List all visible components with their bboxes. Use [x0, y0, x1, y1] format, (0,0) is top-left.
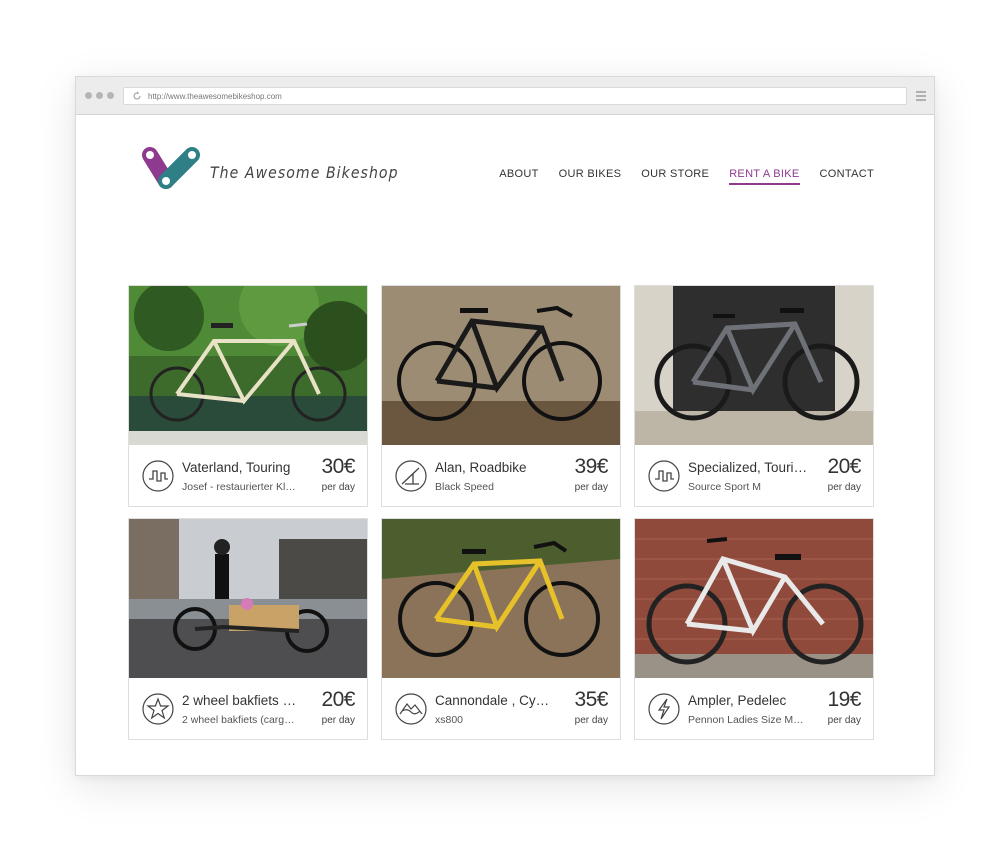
price-unit: per day	[574, 482, 608, 493]
bike-name: Cannondale , Cyclocross	[435, 693, 555, 708]
bike-photo[interactable]	[635, 519, 873, 678]
bike-photo[interactable]	[129, 286, 367, 445]
bike-card[interactable]: Vaterland, Touring Josef - restaurierter…	[128, 285, 368, 507]
bike-info: Vaterland, Touring Josef - restaurierter…	[129, 445, 367, 506]
touring-icon	[142, 460, 174, 492]
bike-info: Cannondale , Cyclocross xs800 35€ per da…	[382, 678, 620, 739]
mountain-icon	[395, 693, 427, 725]
bike-subtitle: 2 wheel bakfiets (cargo bike)	[182, 714, 300, 726]
bike-photo[interactable]	[635, 286, 873, 445]
url-text[interactable]: http://www.theawesomebikeshop.com	[148, 92, 282, 101]
logo-icon[interactable]	[140, 145, 206, 191]
nav-about[interactable]: ABOUT	[499, 168, 538, 185]
bike-subtitle: Source Sport M	[688, 481, 761, 493]
price-unit: per day	[827, 482, 861, 493]
reload-icon[interactable]	[132, 91, 142, 101]
window-controls[interactable]	[85, 92, 114, 99]
bike-info: Ampler, Pedelec Pennon Ladies Size M 201…	[635, 678, 873, 739]
price-unit: per day	[827, 715, 861, 726]
bike-price: 39€	[574, 455, 608, 478]
brand-name[interactable]: The Awesome Bikeshop	[210, 163, 399, 182]
bike-subtitle: Black Speed	[435, 481, 494, 493]
bike-card[interactable]: 2 wheel bakfiets cargo 2 wheel bakfiets …	[128, 518, 368, 740]
bike-info: 2 wheel bakfiets cargo 2 wheel bakfiets …	[129, 678, 367, 739]
address-bar[interactable]: http://www.theawesomebikeshop.com	[123, 87, 907, 105]
lightning-icon	[648, 693, 680, 725]
bike-subtitle: Josef - restaurierter Klassiker	[182, 481, 300, 493]
bike-name: 2 wheel bakfiets cargo	[182, 693, 302, 708]
nav-our-bikes[interactable]: OUR BIKES	[559, 168, 622, 185]
nav-our-store[interactable]: OUR STORE	[641, 168, 709, 185]
bike-card[interactable]: Alan, Roadbike Black Speed 39€ per day	[381, 285, 621, 507]
bike-name: Specialized, Touring	[688, 460, 808, 475]
bike-subtitle: Pennon Ladies Size M 2017	[688, 714, 806, 726]
nav-contact[interactable]: CONTACT	[820, 168, 874, 185]
bike-name: Alan, Roadbike	[435, 460, 527, 475]
bike-card[interactable]: Cannondale , Cyclocross xs800 35€ per da…	[381, 518, 621, 740]
star-icon	[142, 693, 174, 725]
roadbike-icon	[395, 460, 427, 492]
bike-name: Vaterland, Touring	[182, 460, 291, 475]
window-dot-icon[interactable]	[107, 92, 114, 99]
bike-photo[interactable]	[382, 286, 620, 445]
bike-photo[interactable]	[129, 519, 367, 678]
bike-price: 20€	[321, 688, 355, 711]
bike-price: 35€	[574, 688, 608, 711]
bike-info: Alan, Roadbike Black Speed 39€ per day	[382, 445, 620, 506]
main-nav: ABOUT OUR BIKES OUR STORE RENT A BIKE CO…	[499, 168, 874, 185]
bike-price: 30€	[321, 455, 355, 478]
bike-price: 20€	[827, 455, 861, 478]
bike-card[interactable]: Ampler, Pedelec Pennon Ladies Size M 201…	[634, 518, 874, 740]
bike-name: Ampler, Pedelec	[688, 693, 787, 708]
bike-photo[interactable]	[382, 519, 620, 678]
bike-subtitle: xs800	[435, 714, 464, 726]
price-unit: per day	[321, 715, 355, 726]
window-dot-icon[interactable]	[85, 92, 92, 99]
touring-icon	[648, 460, 680, 492]
price-unit: per day	[574, 715, 608, 726]
bike-info: Specialized, Touring Source Sport M 20€ …	[635, 445, 873, 506]
browser-window: http://www.theawesomebikeshop.com The Aw…	[75, 76, 935, 776]
browser-menu-icon[interactable]	[916, 91, 926, 103]
bike-card[interactable]: Specialized, Touring Source Sport M 20€ …	[634, 285, 874, 507]
price-unit: per day	[321, 482, 355, 493]
browser-toolbar: http://www.theawesomebikeshop.com	[76, 77, 934, 115]
window-dot-icon[interactable]	[96, 92, 103, 99]
page-content: The Awesome Bikeshop ABOUT OUR BIKES OUR…	[76, 115, 934, 775]
bike-price: 19€	[827, 688, 861, 711]
nav-rent-a-bike[interactable]: RENT A BIKE	[729, 168, 800, 185]
